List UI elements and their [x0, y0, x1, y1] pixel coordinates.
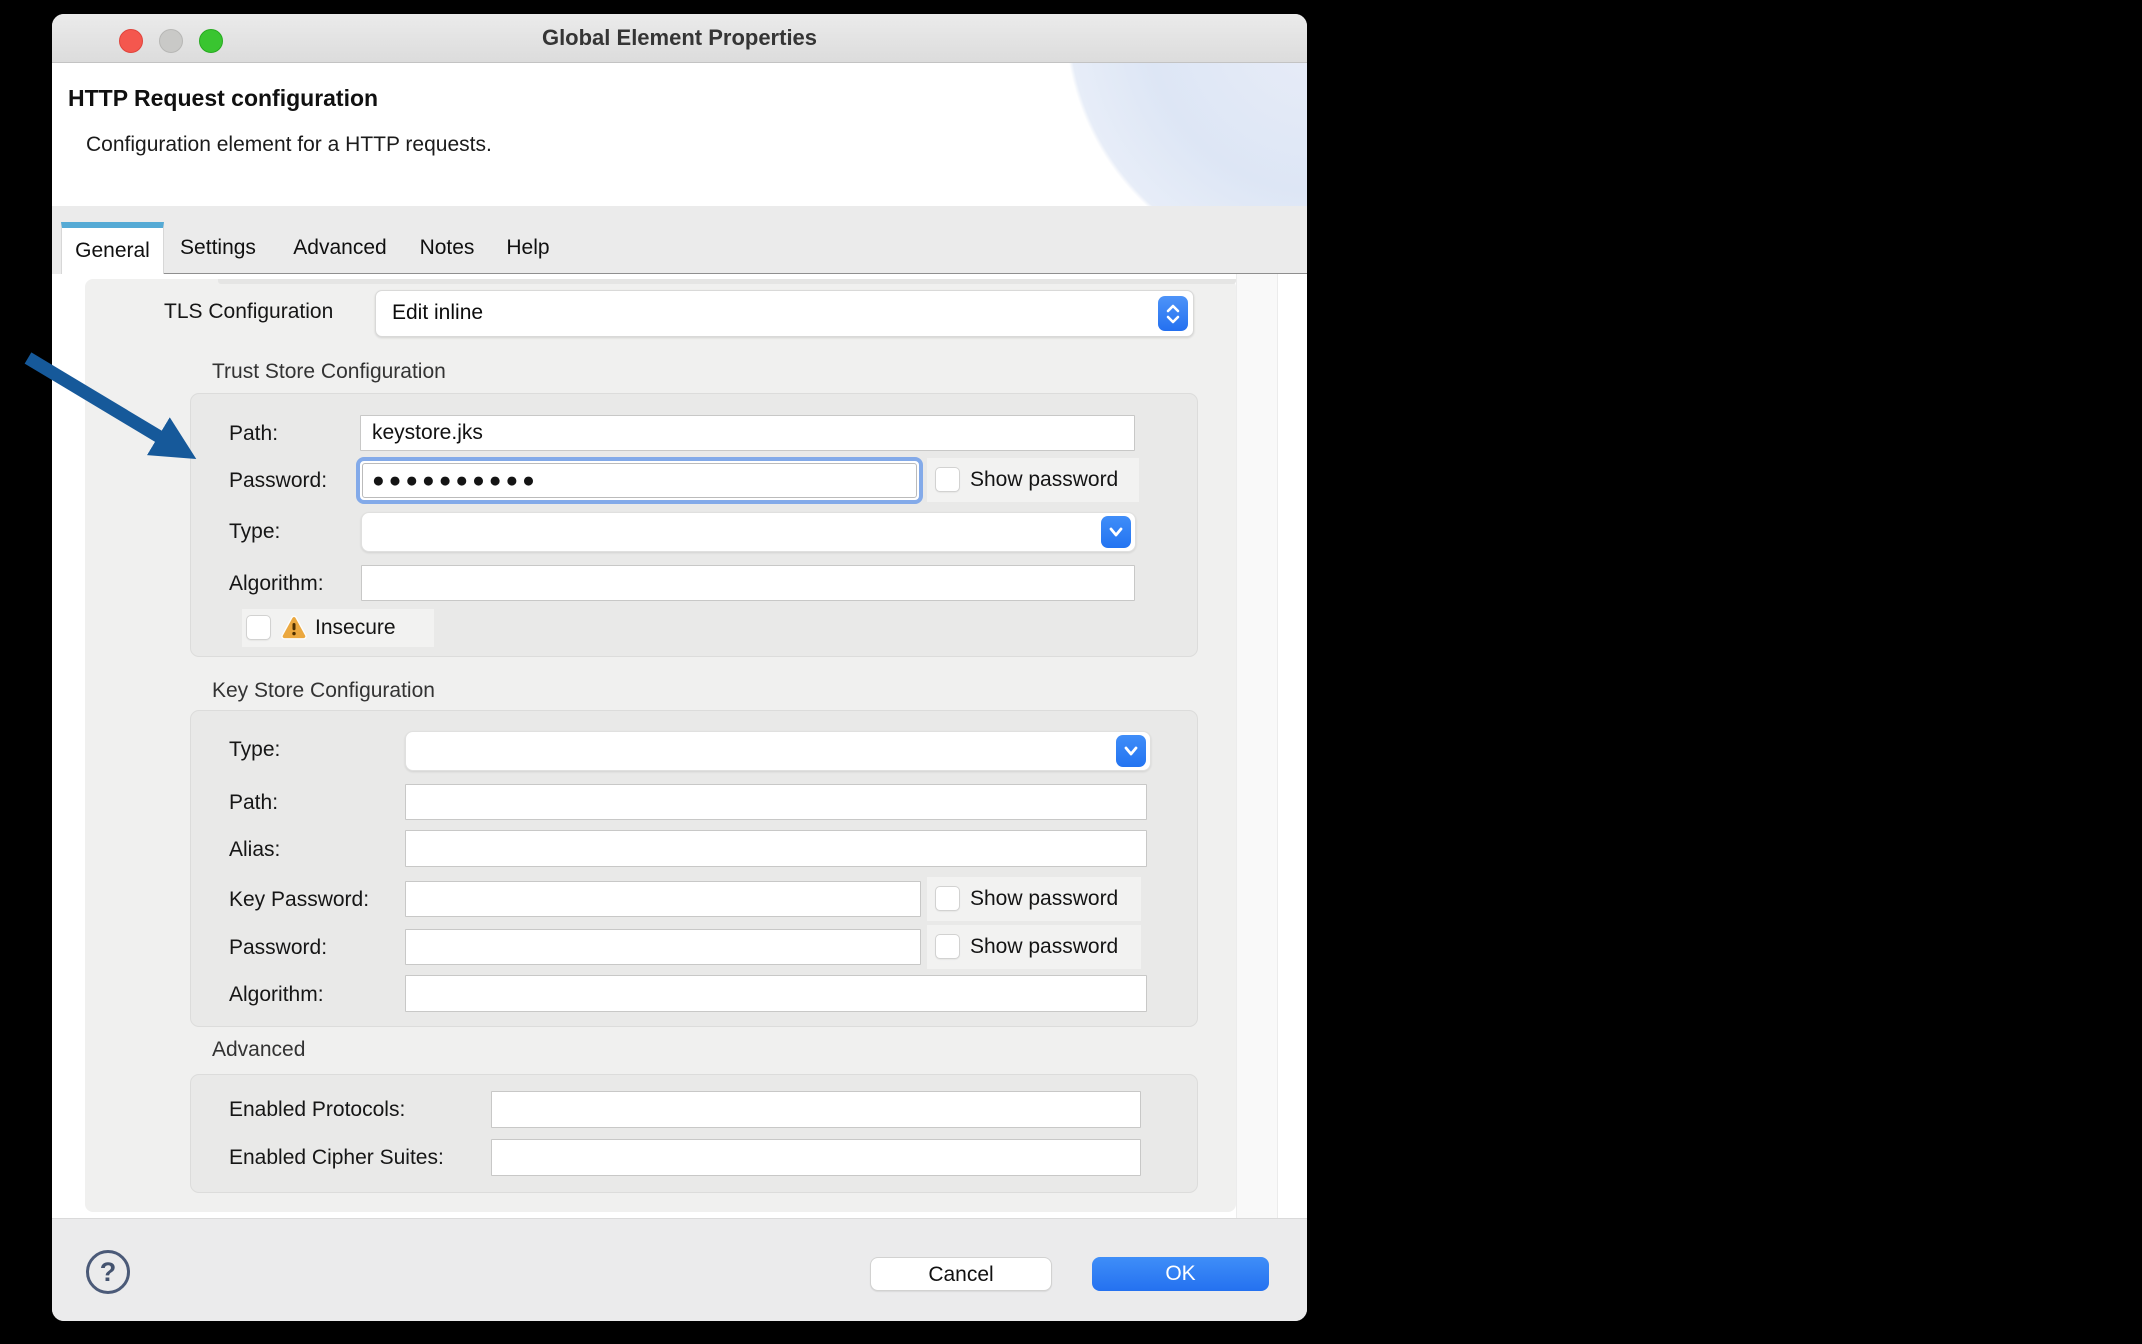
insecure-checkbox[interactable]	[246, 615, 271, 640]
chevron-up-down-icon	[1165, 302, 1181, 326]
scrolled-field-edge	[218, 279, 1236, 284]
insecure-group: Insecure	[242, 609, 434, 647]
trust-store-algorithm-field[interactable]	[361, 565, 1135, 601]
enabled-protocols-label: Enabled Protocols:	[229, 1094, 405, 1126]
ok-button[interactable]: OK	[1092, 1257, 1269, 1291]
trust-store-password-field[interactable]	[356, 457, 923, 504]
key-show-password2-label: Show password	[970, 925, 1118, 969]
enabled-cipher-suites-label: Enabled Cipher Suites:	[229, 1142, 444, 1174]
advanced-groupbox: Enabled Protocols: Enabled Cipher Suites…	[190, 1074, 1198, 1193]
dialog-header: HTTP Request configuration Configuration…	[52, 63, 1307, 206]
key-algorithm-label: Algorithm:	[229, 979, 324, 1011]
tab-general[interactable]: General	[61, 222, 164, 280]
cancel-button[interactable]: Cancel	[870, 1257, 1052, 1291]
enabled-cipher-suites-field[interactable]	[491, 1139, 1141, 1176]
enabled-protocols-field[interactable]	[491, 1091, 1141, 1128]
key-store-key-password-field[interactable]	[405, 881, 921, 917]
button-bar: ? Cancel OK	[52, 1218, 1307, 1321]
key-path-label: Path:	[229, 787, 278, 819]
trust-password-label: Password:	[229, 465, 327, 497]
key-type-label: Type:	[229, 734, 280, 766]
trust-show-password-label: Show password	[970, 458, 1118, 502]
key-store-section-title: Key Store Configuration	[212, 679, 435, 703]
chevron-down-icon	[1123, 745, 1139, 757]
scrollbar-track[interactable]	[1236, 274, 1278, 1218]
key-password2-label: Password:	[229, 932, 327, 964]
key-store-groupbox: Type: Path: Alias: Key Password:	[190, 710, 1198, 1027]
key-show-password-group: Show password	[927, 877, 1141, 921]
trust-store-groupbox: Path: Password: Show password Type:	[190, 393, 1198, 657]
key-show-password-checkbox[interactable]	[935, 886, 960, 911]
key-alias-label: Alias:	[229, 834, 280, 866]
trust-path-label: Path:	[229, 418, 278, 450]
key-show-password2-checkbox[interactable]	[935, 934, 960, 959]
trust-show-password-checkbox[interactable]	[935, 467, 960, 492]
key-store-path-field[interactable]	[405, 784, 1147, 820]
tab-content: TLS Configuration Edit inline Trust Stor…	[52, 274, 1307, 1218]
page-title: HTTP Request configuration	[68, 85, 378, 112]
key-show-password-label: Show password	[970, 877, 1118, 921]
help-button[interactable]: ?	[86, 1250, 130, 1294]
trust-store-path-field[interactable]	[360, 415, 1135, 451]
key-store-type-combo[interactable]	[405, 731, 1151, 771]
global-element-properties-dialog: Global Element Properties HTTP Request c…	[52, 14, 1307, 1321]
insecure-label: Insecure	[315, 609, 396, 647]
window-title: Global Element Properties	[52, 14, 1307, 62]
key-store-algorithm-field[interactable]	[405, 975, 1147, 1012]
tls-configuration-dropdown[interactable]: Edit inline	[375, 290, 1194, 337]
tab-advanced[interactable]: Advanced	[288, 222, 392, 274]
trust-store-section-title: Trust Store Configuration	[212, 360, 446, 384]
tls-configuration-value: Edit inline	[392, 291, 483, 334]
decorative-swirl	[1007, 63, 1307, 206]
tab-help[interactable]: Help	[503, 222, 553, 274]
key-password-label: Key Password:	[229, 884, 369, 916]
tab-settings[interactable]: Settings	[173, 222, 263, 274]
trust-show-password-group: Show password	[927, 458, 1139, 502]
key-store-password-field[interactable]	[405, 929, 921, 965]
popup-stepper-button[interactable]	[1158, 296, 1188, 331]
trust-algorithm-label: Algorithm:	[229, 568, 324, 600]
tls-form: TLS Configuration Edit inline Trust Stor…	[85, 279, 1236, 1212]
key-type-dropdown-button[interactable]	[1116, 735, 1146, 767]
key-show-password2-group: Show password	[927, 925, 1141, 969]
trust-store-password-input[interactable]	[362, 463, 917, 498]
trust-type-dropdown-button[interactable]	[1101, 516, 1131, 548]
title-bar: Global Element Properties	[52, 14, 1307, 63]
page-subtitle: Configuration element for a HTTP request…	[86, 133, 492, 157]
tls-configuration-label: TLS Configuration	[164, 296, 333, 328]
trust-store-type-combo[interactable]	[361, 512, 1136, 552]
tab-bar: General Settings Advanced Notes Help	[52, 206, 1307, 274]
screen: Global Element Properties HTTP Request c…	[0, 0, 2142, 1344]
tab-notes[interactable]: Notes	[415, 222, 479, 274]
trust-type-label: Type:	[229, 516, 280, 548]
chevron-down-icon	[1108, 526, 1124, 538]
warning-icon	[280, 615, 308, 641]
advanced-section-title: Advanced	[212, 1038, 305, 1062]
key-store-alias-field[interactable]	[405, 830, 1147, 867]
